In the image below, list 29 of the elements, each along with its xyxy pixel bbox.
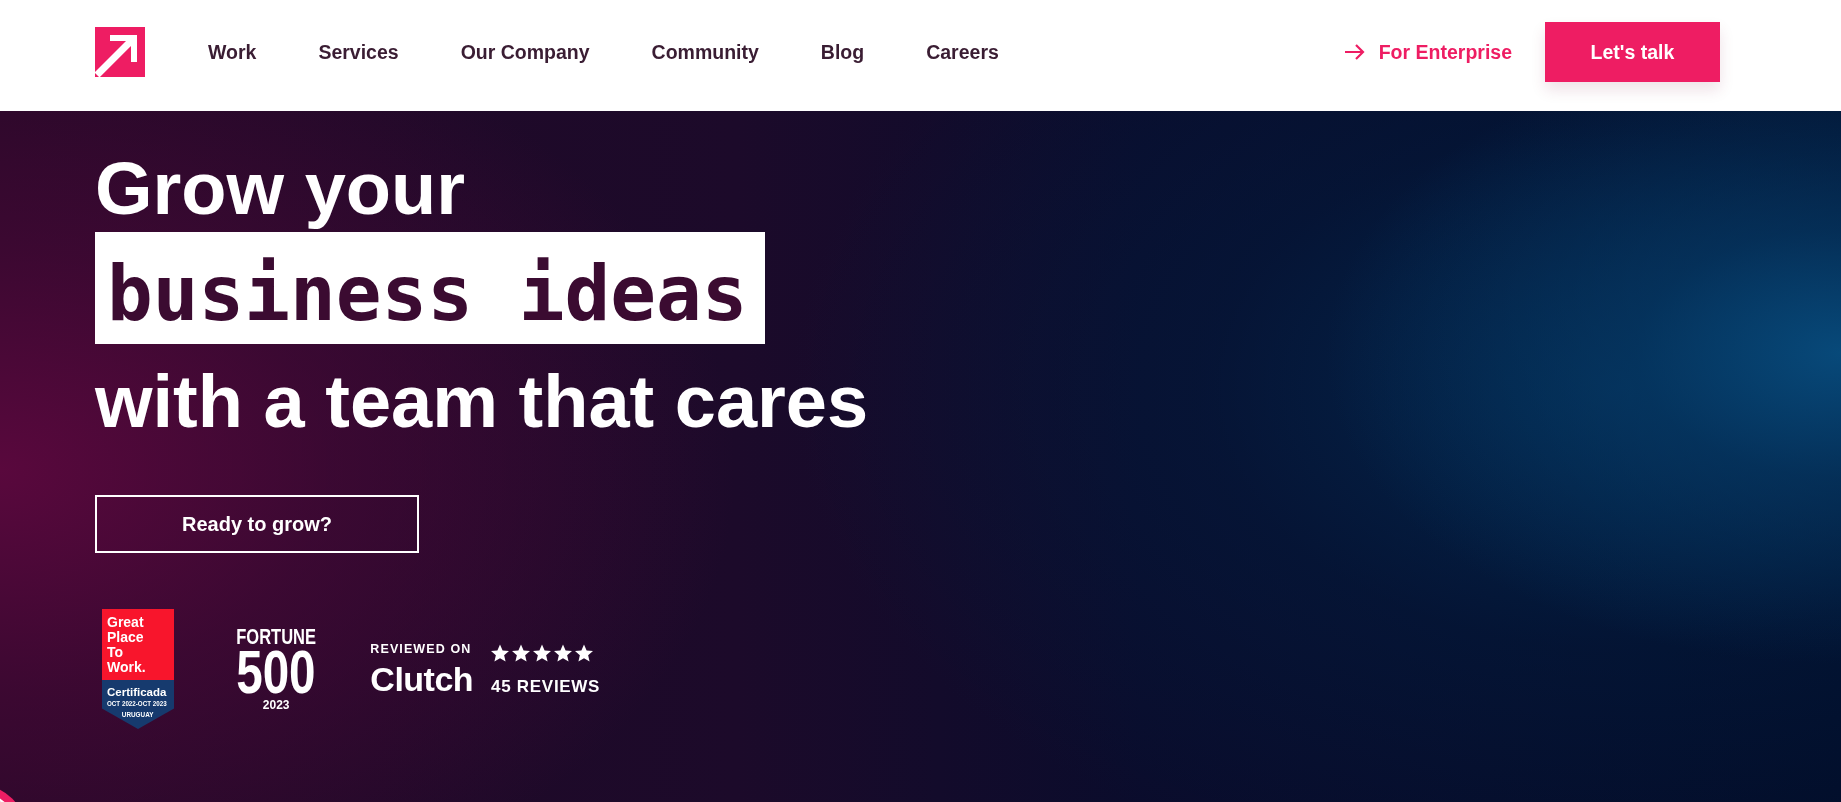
fortune-number: 500 (236, 647, 316, 697)
fortune-wordmark: FORTUNE (236, 627, 317, 647)
star-icon (533, 643, 552, 662)
nav-link[interactable]: Community (651, 40, 759, 64)
star-icon (491, 643, 510, 662)
headline-text: Grow your (95, 149, 466, 229)
floating-button-icon[interactable] (0, 788, 16, 802)
nav-link[interactable]: Our Company (460, 40, 590, 64)
clutch-wordmark: Clutch (370, 660, 474, 697)
star-icon (512, 643, 531, 662)
badge-period: OCT 2022-OCT 2023 (107, 699, 167, 708)
nav-link[interactable]: Work (208, 40, 257, 64)
enterprise-link[interactable]: For Enterprise (1344, 40, 1512, 64)
fortune-year: 2023 (262, 699, 290, 711)
nav-link[interactable]: Careers (926, 40, 999, 64)
badge-title: Great Place To Work. (107, 615, 146, 675)
headline-text: with a team that cares (95, 362, 869, 442)
nav-link[interactable]: Blog (820, 40, 865, 64)
arrow-right-icon (1344, 44, 1365, 60)
star-icon (554, 643, 573, 662)
review-caption: REVIEWED ON (370, 641, 472, 657)
highlighted-headline-text: business ideas (95, 232, 765, 344)
nav-link[interactable]: Services (318, 40, 399, 64)
ready-to-grow-button[interactable]: Ready to grow? (95, 495, 419, 553)
badge-label: Certificada (107, 686, 167, 699)
review-count: 45 REVIEWS (491, 676, 601, 696)
lets-talk-button[interactable]: Let's talk (1545, 22, 1720, 82)
star-icon (575, 643, 594, 662)
logo-icon[interactable] (95, 27, 145, 77)
